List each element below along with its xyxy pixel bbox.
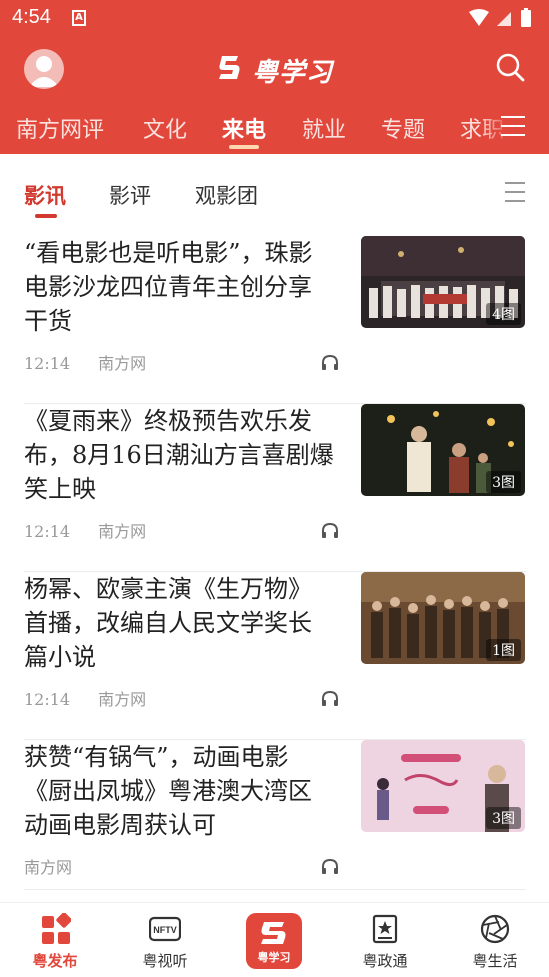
article-meta: 12:14 南方网 [24, 518, 146, 542]
star-book-icon [372, 914, 398, 944]
brand-logo-icon [219, 56, 240, 79]
system-status-icons [469, 8, 531, 27]
tab-yue-shiting[interactable]: NFTV 粤视听 [110, 903, 220, 977]
article-item[interactable]: 《夏雨来》终极预告欢乐发布，8月16日潮汕方言喜剧爆笑上映 12:14 南方网 3… [24, 404, 526, 572]
image-count-badge: 1图 [486, 639, 521, 661]
brand-logo-icon: 粤学习 [258, 922, 291, 964]
article-meta: 12:14 南方网 [24, 686, 146, 710]
svg-text:粤学习: 粤学习 [258, 950, 291, 964]
tab-label: 粤生活 [472, 952, 518, 970]
article-title[interactable]: 杨幂、欧豪主演《生万物》首播，改编自人民文学奖长篇小说 [24, 572, 334, 674]
article-item[interactable]: 获赞“有锅气”，动画电影《厨出凤城》粤港澳大湾区动画电影周获认可 南方网 3图 [24, 740, 526, 890]
tv-icon: NFTV [149, 916, 181, 942]
article-source: 南方网 [98, 354, 147, 373]
channel-tabs: 南方网评 文化 来电 就业 专题 求职 [0, 104, 549, 150]
image-count-badge: 3图 [486, 471, 521, 493]
tab-yue-shenghuo[interactable]: 粤生活 [440, 903, 549, 977]
user-avatar-icon[interactable] [24, 49, 64, 89]
grid-icon [42, 913, 71, 944]
active-channel-indicator [229, 145, 259, 149]
article-thumbnail[interactable]: 1图 [361, 572, 525, 664]
article-source: 南方网 [24, 858, 73, 877]
article-time: 12:14 [24, 354, 71, 373]
bottom-tab-bar: 粤发布 NFTV 粤视听 粤学习 粤政通 粤生活 [0, 902, 549, 976]
channel-tab-culture[interactable]: 文化 [143, 112, 187, 144]
article-time: 12:14 [24, 690, 71, 709]
search-icon[interactable] [495, 52, 525, 82]
brand-name: 粤学习 [252, 58, 334, 88]
list-icon[interactable] [505, 182, 525, 202]
article-thumbnail[interactable]: 4图 [361, 236, 525, 328]
status-bar: 4:54 A [0, 0, 549, 36]
tab-yue-zhengtong[interactable]: 粤政通 [330, 903, 440, 977]
article-meta: 南方网 [24, 854, 72, 878]
aperture-icon [480, 914, 510, 944]
article-thumbnail[interactable]: 3图 [361, 404, 525, 496]
tab-label: 粤发布 [32, 952, 78, 970]
channel-tab-employment[interactable]: 就业 [302, 112, 346, 144]
tab-yue-xuexi[interactable]: 粤学习 [246, 913, 302, 969]
article-title[interactable]: 获赞“有锅气”，动画电影《厨出凤城》粤港澳大湾区动画电影周获认可 [24, 740, 334, 842]
channel-tab-topics[interactable]: 专题 [381, 112, 425, 144]
menu-icon[interactable] [501, 116, 525, 138]
article-item[interactable]: 杨幂、欧豪主演《生万物》首播，改编自人民文学奖长篇小说 12:14 南方网 1图 [24, 572, 526, 740]
tab-label: 粤视听 [142, 952, 188, 970]
article-source: 南方网 [98, 690, 147, 709]
tab-label: 粤政通 [362, 952, 408, 970]
image-count-badge: 3图 [486, 807, 521, 829]
headphones-icon[interactable] [320, 521, 340, 539]
tab-yue-fabu[interactable]: 粤发布 [0, 903, 110, 977]
article-item[interactable]: “看电影也是听电影”，珠影电影沙龙四位青年主创分享干货 12:14 南方网 4图 [24, 236, 526, 404]
channel-tab-laidian[interactable]: 来电 [222, 112, 266, 144]
article-time: 12:14 [24, 522, 71, 541]
headphones-icon[interactable] [320, 857, 340, 875]
article-meta: 12:14 南方网 [24, 350, 146, 374]
article-title[interactable]: 《夏雨来》终极预告欢乐发布，8月16日潮汕方言喜剧爆笑上映 [24, 404, 334, 506]
sub-tabs: 影讯 影评 观影团 [0, 166, 549, 220]
headphones-icon[interactable] [320, 353, 340, 371]
app-header: 4:54 A 粤学习 南方网评 文化 来电 就业 专题 求职 [0, 0, 549, 154]
article-thumbnail[interactable]: 3图 [361, 740, 525, 832]
subtab-reviews[interactable]: 影评 [109, 180, 151, 210]
channel-tab-nanfangwangping[interactable]: 南方网评 [16, 112, 104, 144]
headphones-icon[interactable] [320, 689, 340, 707]
brand-logo: 粤学习 [214, 50, 354, 88]
status-time: 4:54 [12, 6, 51, 28]
subtab-news[interactable]: 影讯 [24, 180, 66, 210]
svg-text:NFTV: NFTV [153, 925, 177, 935]
subtab-viewing-group[interactable]: 观影团 [195, 180, 258, 210]
image-count-badge: 4图 [486, 303, 521, 325]
active-subtab-indicator [35, 214, 57, 218]
article-source: 南方网 [98, 522, 147, 541]
notification-icon: A [72, 10, 86, 26]
article-title[interactable]: “看电影也是听电影”，珠影电影沙龙四位青年主创分享干货 [24, 236, 334, 338]
